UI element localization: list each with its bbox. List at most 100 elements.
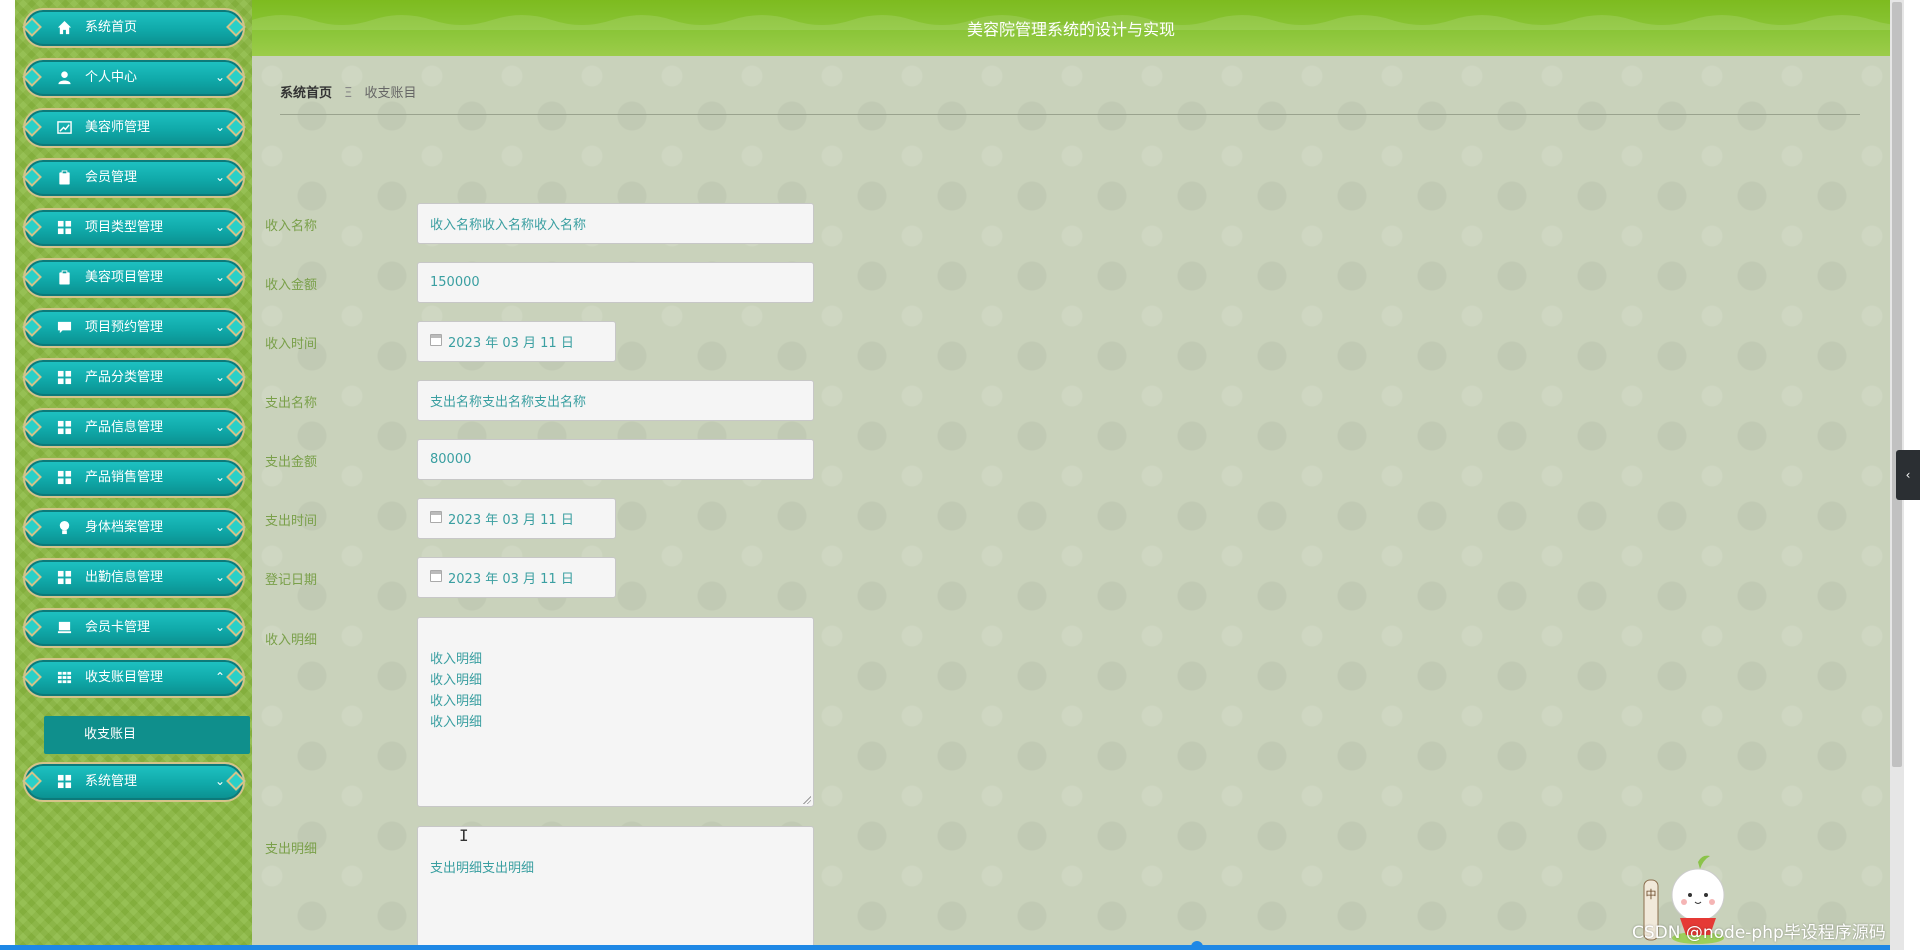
sidebar-item-system[interactable]: 系统管理 ⌄ xyxy=(22,762,246,802)
grid-icon xyxy=(57,774,73,790)
sidebar-item-label: 收支账目管理 xyxy=(85,670,164,685)
register-date-value: 2023 年 03 月 11 日 xyxy=(448,572,574,587)
calendar-icon xyxy=(430,510,442,523)
expense-detail-textarea[interactable]: 支出明细支出明细 xyxy=(417,826,814,950)
sidebar-item-beauty-project[interactable]: 美容项目管理 ⌄ xyxy=(22,258,246,298)
income-amount-value: 150000 xyxy=(430,275,480,290)
table-icon xyxy=(57,670,73,686)
sidebar-item-product-category[interactable]: 产品分类管理 ⌄ xyxy=(22,358,246,398)
register-date-picker[interactable]: 2023 年 03 月 11 日 xyxy=(417,557,616,598)
sidebar-item-label: 会员卡管理 xyxy=(85,620,151,635)
sidebar-item-home[interactable]: 系统首页 xyxy=(22,8,246,48)
chat-icon xyxy=(57,320,73,336)
sidebar-item-body-archive[interactable]: 身体档案管理 ⌄ xyxy=(22,508,246,548)
sidebar-item-attendance[interactable]: 出勤信息管理 ⌄ xyxy=(22,558,246,598)
grid-icon xyxy=(57,370,73,386)
user-icon xyxy=(57,70,73,86)
income-detail-value: 收入明细 收入明细 收入明细 收入明细 xyxy=(430,652,483,730)
sidebar-item-member-card[interactable]: 会员卡管理 ⌄ xyxy=(22,608,246,648)
breadcrumb-separator: Ξ xyxy=(344,86,353,101)
expense-time-picker[interactable]: 2023 年 03 月 11 日 xyxy=(417,498,616,539)
sidebar-item-product-info[interactable]: 产品信息管理 ⌄ xyxy=(22,408,246,448)
sidebar-item-project-type[interactable]: 项目类型管理 ⌄ xyxy=(22,208,246,248)
sidebar-item-label: 会员管理 xyxy=(85,170,138,185)
text-cursor-icon: I xyxy=(459,826,469,845)
chart-icon xyxy=(57,120,73,136)
sidebar-item-label: 产品销售管理 xyxy=(85,470,164,485)
sidebar: 系统首页 个人中心 ⌄ 美容师管理 ⌄ 会员管理 ⌄ 项目类型管理 ⌄ 美容项目… xyxy=(15,0,252,950)
sidebar-item-appointment[interactable]: 项目预约管理 ⌄ xyxy=(22,308,246,348)
income-time-label: 收入时间 xyxy=(264,337,317,352)
side-panel-toggle[interactable]: ‹ xyxy=(1896,450,1920,500)
resize-grip-icon[interactable] xyxy=(803,796,811,804)
sidebar-item-label: 美容师管理 xyxy=(85,120,151,135)
calendar-icon xyxy=(430,333,442,346)
left-gutter xyxy=(0,0,15,950)
horizontal-progress-bar xyxy=(0,945,1890,950)
sidebar-item-label: 系统首页 xyxy=(85,20,138,35)
breadcrumb-divider xyxy=(280,114,1860,115)
grid-icon xyxy=(57,420,73,436)
clipboard-icon xyxy=(57,170,73,186)
income-time-picker[interactable]: 2023 年 03 月 11 日 xyxy=(417,321,616,362)
sidebar-item-accounts[interactable]: 收支账目管理 ⌃ xyxy=(22,658,246,698)
breadcrumb: 系统首页 Ξ 收支账目 xyxy=(280,82,417,101)
calendar-icon xyxy=(430,569,442,582)
income-detail-label: 收入明细 xyxy=(264,633,317,648)
top-header: 美容院管理系统的设计与实现 xyxy=(252,0,1890,56)
progress-handle[interactable] xyxy=(1191,941,1203,950)
bulb-icon xyxy=(57,520,73,536)
chevron-up-icon: ⌃ xyxy=(214,670,225,684)
monitor-icon xyxy=(57,620,73,636)
grid-icon xyxy=(57,470,73,486)
sidebar-item-label: 出勤信息管理 xyxy=(85,570,164,585)
register-date-label: 登记日期 xyxy=(264,573,317,588)
sidebar-item-label: 项目预约管理 xyxy=(85,320,164,335)
sidebar-item-beautician[interactable]: 美容师管理 ⌄ xyxy=(22,108,246,148)
watermark: CSDN @node-php毕设程序源码 xyxy=(1632,923,1886,943)
expense-time-value: 2023 年 03 月 11 日 xyxy=(448,513,574,528)
sidebar-subitem-label: 收支账目 xyxy=(84,727,137,742)
expense-name-input[interactable]: 支出名称支出名称支出名称 xyxy=(417,380,814,421)
expense-amount-label: 支出金额 xyxy=(264,455,317,470)
app-title: 美容院管理系统的设计与实现 xyxy=(966,20,1175,39)
income-name-value: 收入名称收入名称收入名称 xyxy=(430,218,587,233)
expense-name-label: 支出名称 xyxy=(264,396,317,411)
chevron-left-icon: ‹ xyxy=(1905,468,1911,482)
sidebar-item-label: 美容项目管理 xyxy=(85,270,164,285)
income-name-input[interactable]: 收入名称收入名称收入名称 xyxy=(417,203,814,244)
expense-amount-value: 80000 xyxy=(430,452,472,467)
income-detail-textarea[interactable]: 收入明细 收入明细 收入明细 收入明细 xyxy=(417,617,814,807)
expense-detail-value: 支出明细支出明细 xyxy=(430,861,535,876)
breadcrumb-current: 收支账目 xyxy=(364,86,417,101)
sidebar-item-label: 个人中心 xyxy=(85,70,138,85)
income-amount-input[interactable]: 150000 xyxy=(417,262,814,303)
scrollbar-thumb[interactable] xyxy=(1892,2,1902,767)
breadcrumb-home[interactable]: 系统首页 xyxy=(280,86,332,101)
grid-icon xyxy=(57,570,73,586)
sidebar-subitem-accounts[interactable]: 收支账目 xyxy=(44,716,250,754)
sidebar-item-label: 产品信息管理 xyxy=(85,420,164,435)
svg-text:中: 中 xyxy=(1646,888,1657,901)
clipboard-icon xyxy=(57,270,73,286)
sidebar-item-member[interactable]: 会员管理 ⌄ xyxy=(22,158,246,198)
chevron-down-icon: ⌄ xyxy=(214,120,225,134)
sidebar-item-label: 身体档案管理 xyxy=(85,520,164,535)
sidebar-item-label: 项目类型管理 xyxy=(85,220,164,235)
expense-time-label: 支出时间 xyxy=(264,514,317,529)
home-icon xyxy=(57,20,73,36)
main-content: 系统首页 Ξ 收支账目 收入名称 收入名称收入名称收入名称 收入金额 15000… xyxy=(252,56,1890,950)
sidebar-item-product-sales[interactable]: 产品销售管理 ⌄ xyxy=(22,458,246,498)
chevron-down-icon: ⌄ xyxy=(214,774,225,788)
chevron-down-icon: ⌄ xyxy=(214,420,225,434)
sidebar-item-personal-center[interactable]: 个人中心 ⌄ xyxy=(22,58,246,98)
expense-detail-label: 支出明细 xyxy=(264,842,317,857)
sidebar-item-label: 产品分类管理 xyxy=(85,370,164,385)
expense-amount-input[interactable]: 80000 xyxy=(417,439,814,480)
income-name-label: 收入名称 xyxy=(264,219,317,234)
income-amount-label: 收入金额 xyxy=(264,278,317,293)
sidebar-item-label: 系统管理 xyxy=(85,774,138,789)
expense-name-value: 支出名称支出名称支出名称 xyxy=(430,395,587,410)
grid-icon xyxy=(57,220,73,236)
chevron-down-icon: ⌄ xyxy=(214,170,225,184)
